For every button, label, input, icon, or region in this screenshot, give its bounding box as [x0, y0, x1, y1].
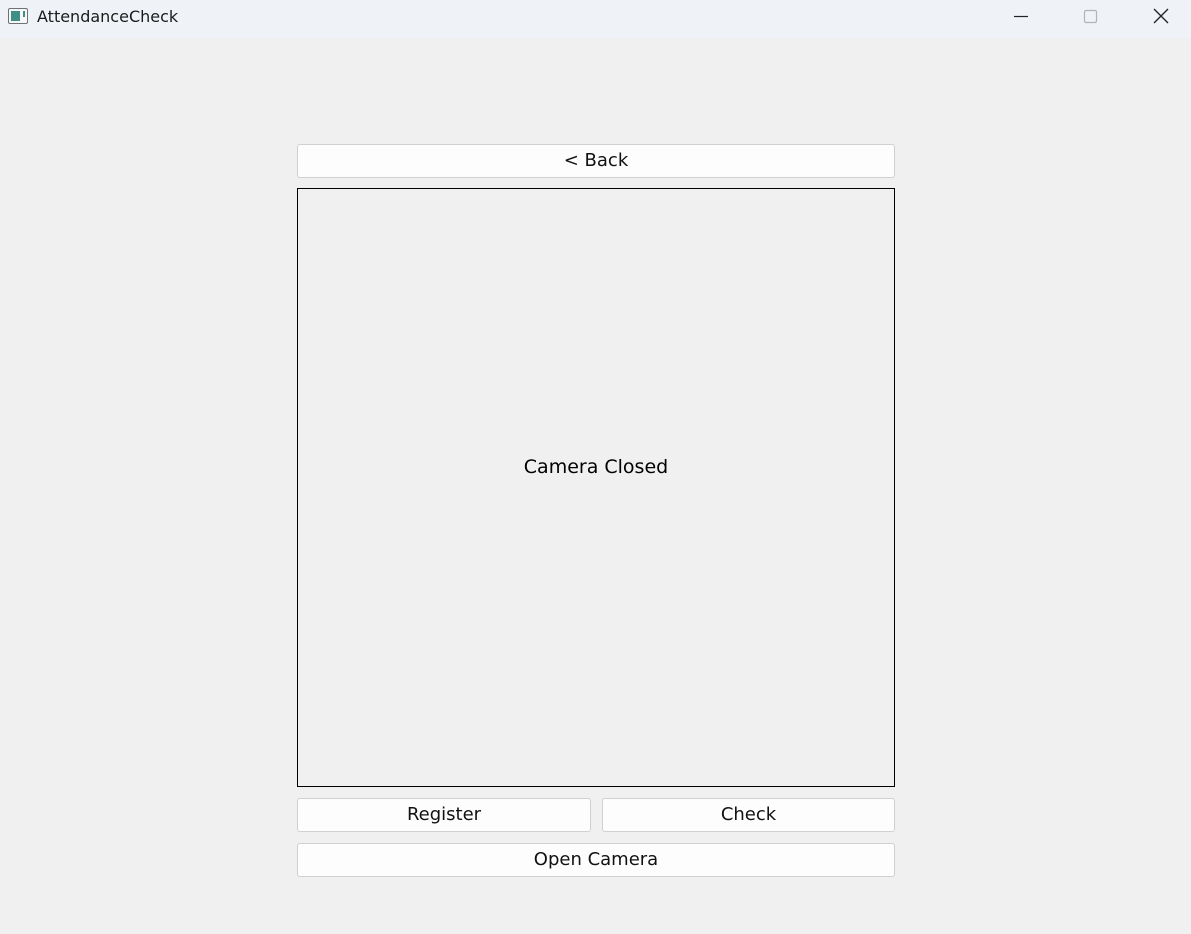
- app-icon: [8, 8, 28, 24]
- maximize-icon: [1083, 9, 1098, 24]
- minimize-button[interactable]: [998, 0, 1044, 33]
- minimize-icon: [1014, 15, 1028, 18]
- app-window: AttendanceCheck < Back Camera Closed Reg…: [0, 0, 1191, 934]
- window-title: AttendanceCheck: [37, 7, 179, 26]
- close-icon: [1153, 8, 1169, 24]
- check-button[interactable]: Check: [602, 798, 895, 832]
- open-camera-button[interactable]: Open Camera: [297, 843, 895, 877]
- close-button[interactable]: [1138, 0, 1184, 33]
- back-button[interactable]: < Back: [297, 144, 895, 178]
- camera-status-label: Camera Closed: [523, 456, 669, 478]
- title-bar[interactable]: AttendanceCheck: [0, 0, 1191, 38]
- maximize-button[interactable]: [1067, 0, 1113, 33]
- register-button[interactable]: Register: [297, 798, 591, 832]
- camera-view: Camera Closed: [297, 188, 895, 787]
